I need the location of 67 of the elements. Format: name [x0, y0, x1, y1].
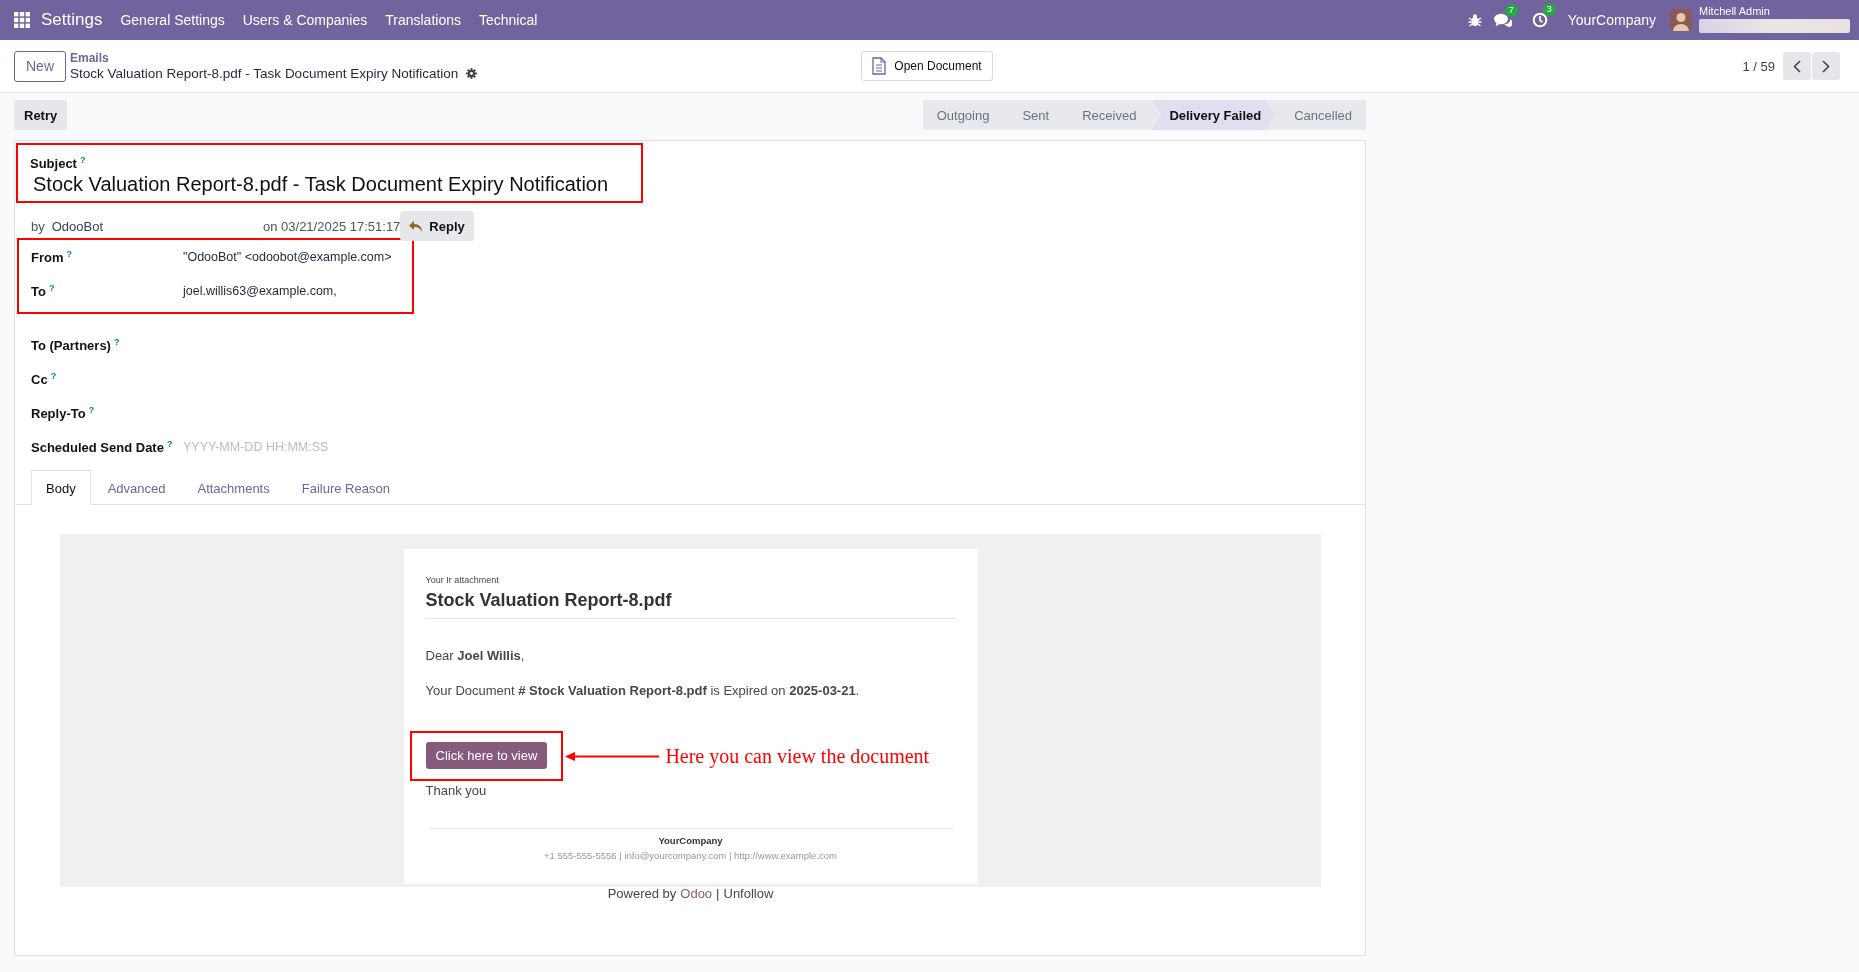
footer-contact: +1 555-555-5556 | info@yourcompany.com | http://www.example.com	[543, 850, 838, 862]
chevron-left-icon	[1793, 59, 1801, 73]
field-label: Subject	[30, 156, 77, 172]
app-name[interactable]: Settings	[41, 10, 103, 30]
unfollow-link[interactable]: Unfollow	[723, 886, 774, 902]
help-tooltip[interactable]: ?	[66, 249, 72, 260]
help-tooltip[interactable]: ?	[88, 405, 95, 416]
field-label: To	[31, 284, 46, 300]
powered-by-text: Powered by	[607, 886, 677, 902]
view-button[interactable]: Click here to view	[425, 742, 548, 770]
email-kicker: Your Ir attachment	[425, 575, 500, 586]
help-tooltip[interactable]: ?	[79, 155, 86, 165]
field-label: From	[31, 250, 64, 266]
field-value[interactable]: "OdooBot" <odoobot@example.com>	[183, 250, 392, 265]
separator-text: |	[716, 886, 720, 902]
user-name[interactable]: Mitchell Admin	[1699, 5, 1850, 17]
retry-button[interactable]: Retry	[14, 100, 68, 130]
email-title: Stock Valuation Report-8.pdf	[425, 590, 673, 612]
tab[interactable]: Failure Reason	[286, 470, 405, 506]
annotation-text: Here you can view the document	[665, 744, 930, 768]
status-step[interactable]: Delivery Failed	[1151, 100, 1276, 130]
document-icon	[872, 57, 887, 75]
tab[interactable]: Advanced	[92, 470, 181, 506]
count-badge: 7	[1504, 3, 1518, 17]
chevron-right-icon	[1822, 59, 1830, 73]
help-tooltip[interactable]: ?	[166, 439, 173, 450]
field-label: Scheduled Send Date	[31, 440, 164, 456]
apps-menu-icon[interactable]	[14, 12, 30, 28]
tab[interactable]: Body	[31, 470, 91, 506]
chat-icon	[1493, 12, 1512, 28]
avatar-icon	[1670, 9, 1692, 31]
author-name: OdooBot	[51, 218, 104, 234]
by-label: by	[31, 218, 45, 234]
open-document-button[interactable]: Open Document	[861, 51, 993, 81]
bug-icon	[1467, 13, 1482, 27]
field-label: Reply-To	[31, 406, 86, 422]
count-badge: 3	[1542, 3, 1556, 16]
company-switcher[interactable]: YourCompany	[1567, 12, 1656, 28]
menu-item[interactable]: Technical	[470, 12, 547, 28]
clock-icon	[1531, 12, 1548, 28]
reply-button[interactable]: Reply	[400, 211, 474, 242]
field-label: To (Partners)	[31, 338, 111, 354]
closing-text: Thank you	[425, 783, 488, 799]
new-button[interactable]: New	[14, 50, 66, 82]
subject-field[interactable]: Stock Valuation Report-8.pdf - Task Document Expiry Notification	[33, 171, 629, 198]
sent-date: on 03/21/2025 17:51:17	[263, 218, 401, 234]
menu-item[interactable]: General Settings	[111, 12, 234, 28]
help-tooltip[interactable]: ?	[113, 337, 120, 348]
arrow-icon	[565, 750, 660, 763]
footer-company: YourCompany	[657, 835, 724, 847]
reply-arrow-icon	[409, 220, 423, 232]
record-title: Stock Valuation Report-8.pdf - Task Document Expiry Notification	[70, 64, 459, 82]
field-value[interactable]: joel.willis63@example.com,	[183, 284, 337, 299]
help-tooltip[interactable]: ?	[50, 371, 57, 382]
menu-item[interactable]: Translations	[376, 12, 470, 28]
breadcrumb-link[interactable]: Emails	[70, 50, 478, 65]
menu-item[interactable]: Users & Companies	[233, 12, 377, 28]
tab[interactable]: Attachments	[182, 470, 285, 506]
help-tooltip[interactable]: ?	[48, 283, 55, 294]
next-button[interactable]	[1812, 52, 1840, 80]
field-label: Cc	[31, 372, 48, 388]
gear-icon	[466, 67, 478, 79]
previous-button[interactable]	[1783, 52, 1811, 80]
message-text: Your Document # Stock Valuation Report-8.pdf is Expired on 2025-03-21.	[425, 683, 861, 699]
greeting-text: Dear Joel Willis,	[425, 648, 526, 664]
odoo-link[interactable]: Odoo	[680, 886, 713, 902]
pager-value: 1 / 59	[1742, 58, 1775, 74]
